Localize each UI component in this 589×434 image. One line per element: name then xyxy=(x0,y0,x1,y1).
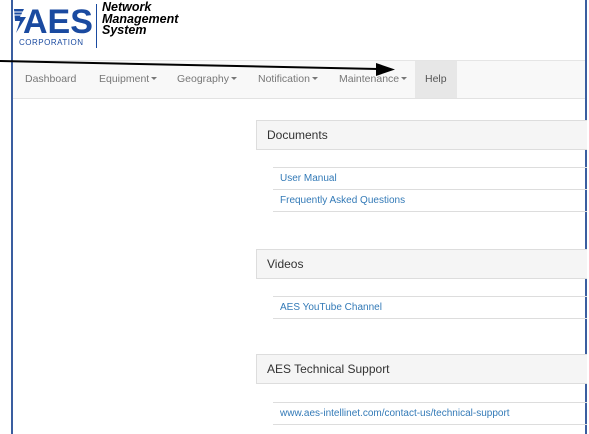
nav-maintenance-dropdown[interactable]: Maintenance xyxy=(339,61,408,98)
nav-geography-label: Geography xyxy=(177,73,229,85)
videos-heading: Videos xyxy=(256,249,587,279)
aes-brand-mark: AES xyxy=(14,3,92,35)
nav-dashboard-label: Dashboard xyxy=(25,73,77,85)
nav-notification-dropdown[interactable]: Notification xyxy=(258,61,318,98)
nav-equipment-dropdown[interactable]: Equipment xyxy=(99,61,158,98)
nav-equipment-label: Equipment xyxy=(99,73,150,85)
link-user-manual[interactable]: User Manual xyxy=(273,168,587,190)
main-navbar: Dashboard Equipment Geography Notificati… xyxy=(13,60,585,99)
link-technical-support[interactable]: www.aes-intellinet.com/contact-us/techni… xyxy=(273,403,587,425)
caret-down-icon xyxy=(311,77,318,81)
aes-logo[interactable]: AES CORPORATION Network Management Syste… xyxy=(14,1,214,53)
link-faq[interactable]: Frequently Asked Questions xyxy=(273,190,587,212)
nav-maintenance-label: Maintenance xyxy=(339,73,400,85)
support-list: www.aes-intellinet.com/contact-us/techni… xyxy=(273,402,587,425)
caret-down-icon xyxy=(401,77,408,81)
nav-help[interactable]: Help xyxy=(415,61,457,98)
caret-down-icon xyxy=(151,77,158,81)
nav-geography-dropdown[interactable]: Geography xyxy=(177,61,237,98)
logo-tagline: Network Management System xyxy=(102,1,178,37)
svg-text:AES: AES xyxy=(23,3,92,35)
logo-corporation-text: CORPORATION xyxy=(19,38,84,47)
videos-list: AES YouTube Channel xyxy=(273,296,587,319)
logo-divider xyxy=(96,4,97,48)
link-youtube-channel[interactable]: AES YouTube Channel xyxy=(273,297,587,319)
nav-notification-label: Notification xyxy=(258,73,310,85)
support-heading: AES Technical Support xyxy=(256,354,587,384)
tagline-line-3: System xyxy=(102,23,147,37)
caret-down-icon xyxy=(230,77,237,81)
documents-heading: Documents xyxy=(256,120,587,150)
nav-help-label: Help xyxy=(425,73,447,85)
documents-list: User Manual Frequently Asked Questions xyxy=(273,167,587,212)
nav-dashboard[interactable]: Dashboard xyxy=(25,61,76,98)
